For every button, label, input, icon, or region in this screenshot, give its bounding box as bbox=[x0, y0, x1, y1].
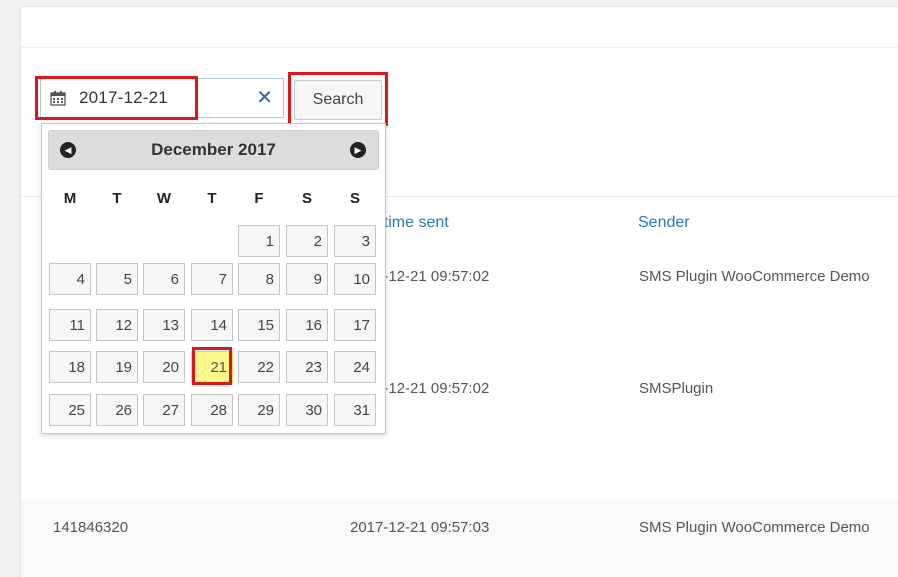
date-value: 2017-12-21 bbox=[79, 88, 168, 107]
calendar-day[interactable]: 29 bbox=[238, 394, 280, 426]
calendar-day[interactable]: 4 bbox=[49, 263, 91, 295]
calendar-day[interactable]: 28 bbox=[191, 394, 233, 426]
calendar-day[interactable]: 25 bbox=[49, 394, 91, 426]
datepicker-popup: ◀ December 2017 ▶ M T W T F S S 1 2 3 4 5 6 7 8 9 10 11 12… bbox=[41, 123, 386, 434]
next-month-icon[interactable]: ▶ bbox=[350, 142, 366, 158]
calendar-day[interactable]: 31 bbox=[334, 394, 376, 426]
calendar-day[interactable]: 26 bbox=[96, 394, 138, 426]
calendar-day[interactable]: 14 bbox=[191, 309, 233, 341]
calendar-day[interactable]: 18 bbox=[49, 351, 91, 383]
weekday-label: S bbox=[301, 190, 312, 207]
calendar-icon bbox=[50, 90, 66, 106]
calendar-day[interactable]: 23 bbox=[286, 351, 328, 383]
calendar-day[interactable]: 24 bbox=[334, 351, 376, 383]
calendar-day[interactable]: 3 bbox=[334, 225, 376, 257]
calendar-day[interactable]: 10 bbox=[334, 263, 376, 295]
table-row: 141846320 2017-12-21 09:57:03 SMS Plugin… bbox=[21, 500, 898, 576]
calendar-day[interactable]: 27 bbox=[143, 394, 185, 426]
month-title: December 2017 bbox=[151, 140, 276, 159]
divider bbox=[21, 47, 898, 48]
weekday-label: T bbox=[112, 190, 122, 207]
search-button[interactable]: Search bbox=[294, 80, 382, 120]
calendar-day[interactable]: 5 bbox=[96, 263, 138, 295]
calendar-day[interactable]: 7 bbox=[191, 263, 233, 295]
cell-sender: SMS Plugin WooCommerce Demo bbox=[639, 268, 870, 285]
weekday-label: S bbox=[349, 190, 360, 207]
calendar-day[interactable]: 12 bbox=[96, 309, 138, 341]
calendar-day[interactable]: 22 bbox=[238, 351, 280, 383]
calendar-day[interactable]: 30 bbox=[286, 394, 328, 426]
date-input[interactable]: 2017-12-21 ✕ bbox=[40, 78, 284, 118]
calendar-day[interactable]: 19 bbox=[96, 351, 138, 383]
calendar-day[interactable]: 11 bbox=[49, 309, 91, 341]
calendar-day[interactable]: 9 bbox=[286, 263, 328, 295]
calendar-day[interactable]: 6 bbox=[143, 263, 185, 295]
calendar-day[interactable]: 20 bbox=[143, 351, 185, 383]
cell-sender: SMSPlugin bbox=[639, 380, 714, 397]
calendar-day[interactable]: 2 bbox=[286, 225, 328, 257]
cell-sender: SMS Plugin WooCommerce Demo bbox=[639, 519, 870, 536]
calendar-day[interactable]: 1 bbox=[238, 225, 280, 257]
cell-datetime: 2017-12-21 09:57:03 bbox=[350, 519, 490, 536]
weekday-label: W bbox=[156, 190, 172, 207]
cell-id: 141846320 bbox=[53, 519, 129, 536]
clear-icon[interactable]: ✕ bbox=[256, 87, 273, 109]
weekday-label: T bbox=[207, 190, 217, 207]
calendar-day[interactable]: 17 bbox=[334, 309, 376, 341]
datepicker-header: ◀ December 2017 ▶ bbox=[48, 130, 379, 170]
weekday-label: M bbox=[63, 190, 77, 207]
column-sender[interactable]: Sender bbox=[638, 214, 690, 232]
calendar-day[interactable]: 16 bbox=[286, 309, 328, 341]
calendar-day[interactable]: 15 bbox=[238, 309, 280, 341]
calendar-day[interactable]: 21 bbox=[191, 351, 233, 383]
calendar-day[interactable]: 8 bbox=[238, 263, 280, 295]
weekday-label: F bbox=[254, 190, 264, 207]
calendar-day[interactable]: 13 bbox=[143, 309, 185, 341]
